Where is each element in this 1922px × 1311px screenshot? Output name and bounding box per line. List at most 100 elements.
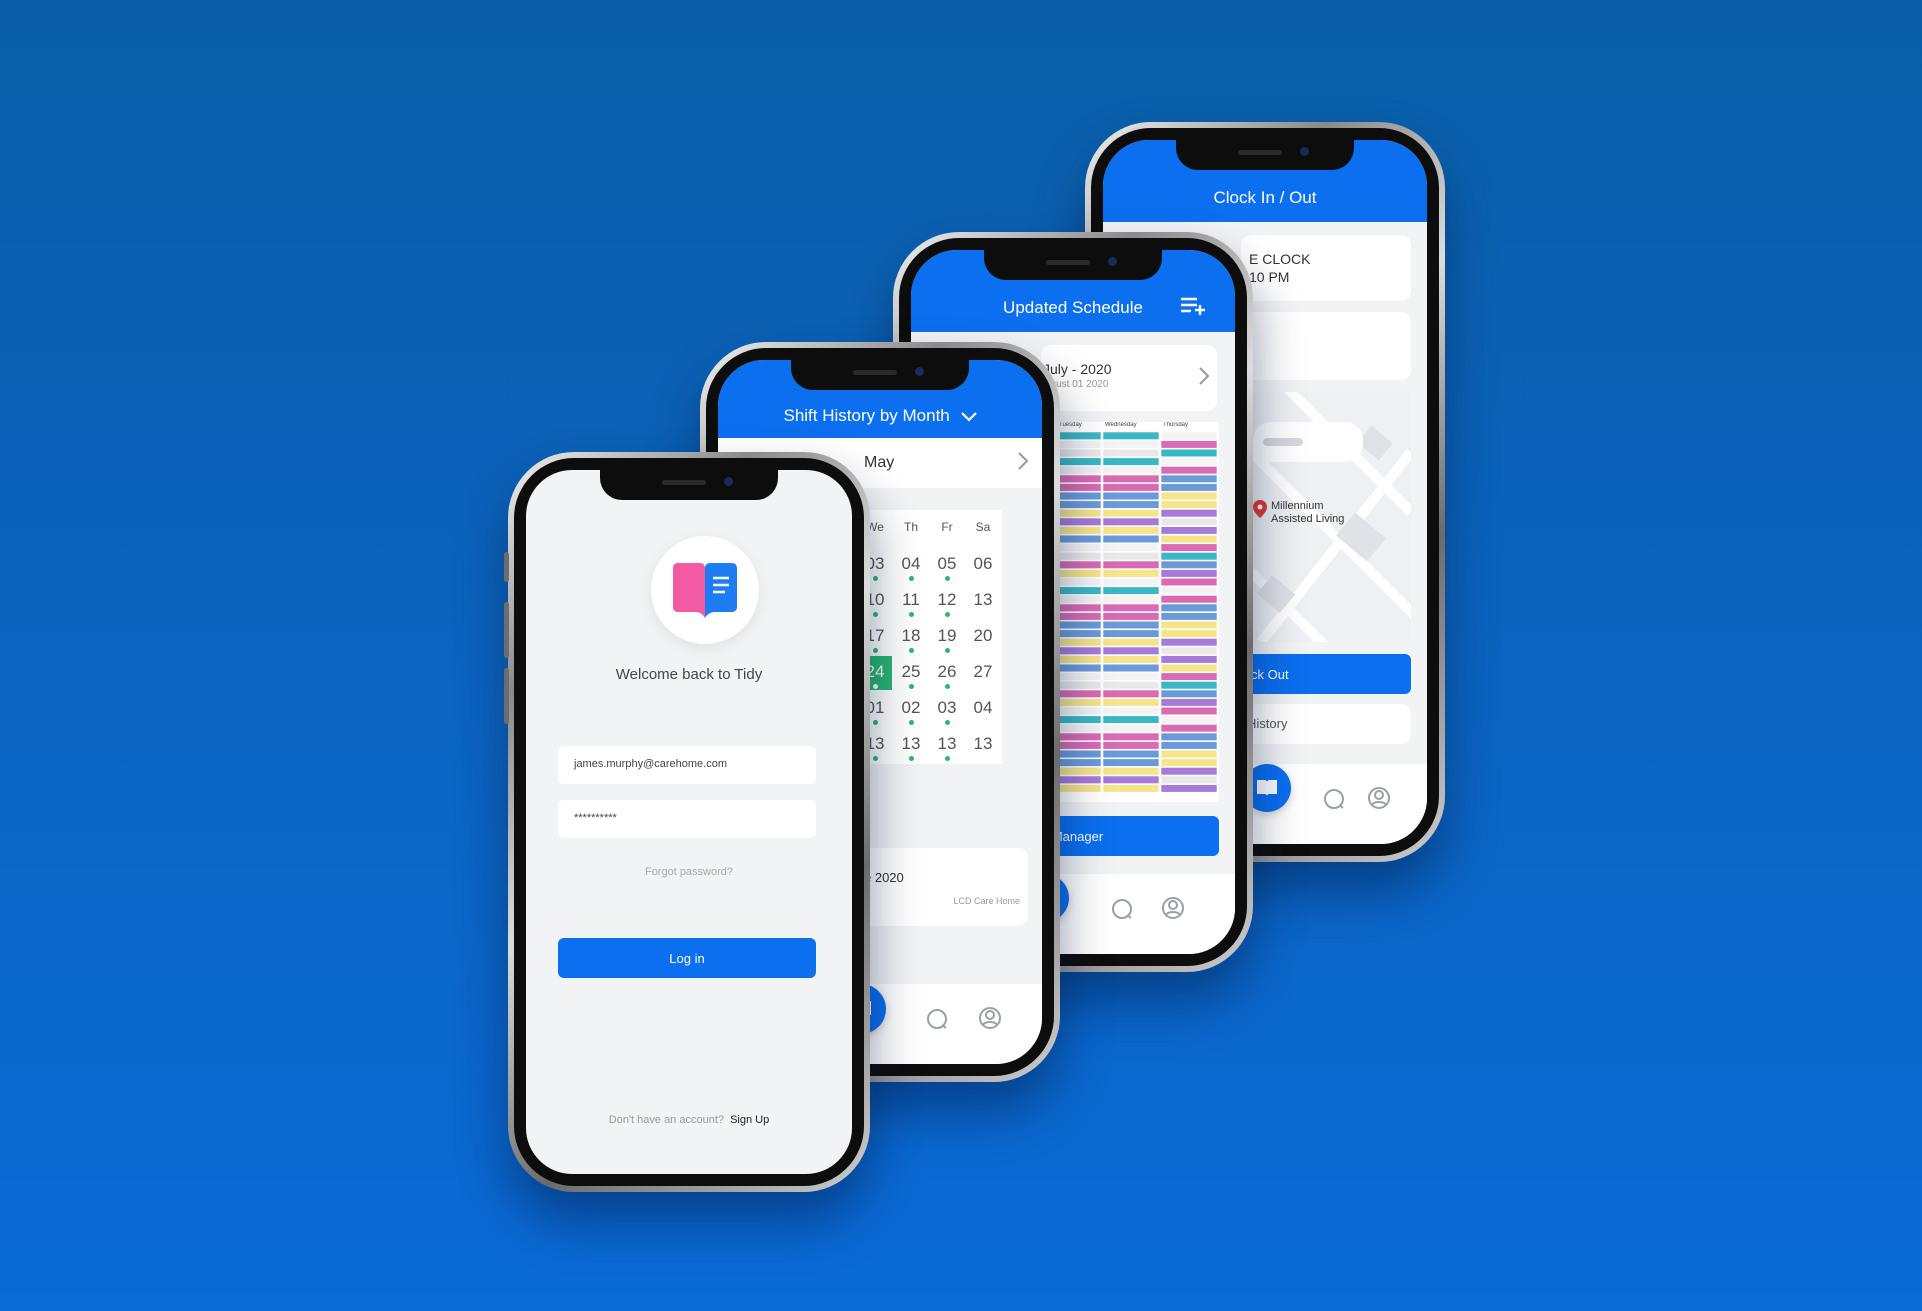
calendar-day-number: 26: [937, 662, 957, 681]
chevron-down-icon: [960, 411, 977, 422]
calendar-day[interactable]: 05: [930, 548, 964, 582]
schedule-cell: [1102, 784, 1160, 793]
schedule-cell: [1160, 483, 1218, 492]
schedule-cell: [1160, 767, 1218, 776]
calendar-day-number: 13: [973, 734, 993, 753]
schedule-cell: [1160, 526, 1218, 535]
calendar-day[interactable]: 20: [966, 620, 1000, 654]
schedule-cell: [1160, 749, 1218, 759]
calendar-day[interactable]: 19: [930, 620, 964, 654]
chevron-right-icon[interactable]: [1018, 452, 1028, 470]
map-place-label: Millennium Assisted Living: [1271, 500, 1345, 525]
schedule-cell: [1160, 784, 1218, 793]
clock-out-button[interactable]: ck Out: [1241, 654, 1411, 694]
weekday-header: Fr: [941, 520, 953, 534]
weekday-header: Th: [903, 520, 918, 534]
schedule-cell: [1160, 758, 1218, 767]
chat-icon[interactable]: [926, 1008, 948, 1030]
schedule-cell: [1160, 698, 1218, 707]
profile-icon[interactable]: [1161, 896, 1185, 920]
period-card[interactable]: July - 2020 ugust 01 2020: [1041, 345, 1217, 411]
schedule-cell: [1160, 689, 1218, 698]
calendar-day[interactable]: 04: [894, 548, 928, 582]
schedule-cell: [1160, 534, 1218, 544]
period-label: July - 2020: [1043, 361, 1112, 377]
schedule-cell: [1102, 732, 1160, 741]
chevron-right-icon[interactable]: [1199, 367, 1209, 385]
shift-dot: [945, 648, 950, 653]
map-view[interactable]: Millennium Assisted Living: [1241, 392, 1411, 642]
phone-notch: [1176, 140, 1354, 170]
calendar-day[interactable]: 13: [930, 728, 964, 762]
schedule-cell: [1102, 440, 1160, 449]
calendar-day[interactable]: 13: [966, 584, 1000, 618]
schedule-cell: [1102, 432, 1160, 440]
schedule-cell: [1160, 741, 1218, 750]
calendar-day[interactable]: 25: [894, 656, 928, 690]
schedule-cell: [1102, 620, 1160, 630]
history-title: Shift History by Month: [783, 406, 950, 425]
schedule-grid: [1035, 432, 1218, 793]
calendar-day[interactable]: 04: [966, 692, 1000, 726]
schedule-cell: [1102, 603, 1160, 612]
calendar-day-number: 13: [937, 734, 957, 753]
calendar-day-number: 20: [973, 626, 993, 645]
schedule-cell: [1102, 474, 1160, 483]
schedule-cell: [1160, 466, 1218, 475]
calendar-day[interactable]: 11: [894, 584, 928, 618]
shift-dot: [873, 720, 878, 725]
chat-icon[interactable]: [1323, 788, 1345, 810]
add-list-icon[interactable]: [1181, 296, 1207, 316]
history-link[interactable]: History: [1241, 704, 1411, 744]
schedule-cell: [1102, 706, 1160, 716]
clock-title: Clock In / Out: [1213, 188, 1317, 207]
calendar-day[interactable]: 06: [966, 548, 1000, 582]
calendar-day[interactable]: 02: [894, 692, 928, 726]
weekday-header: Sa: [975, 520, 991, 534]
calendar-day-number: 12: [937, 590, 957, 609]
schedule-cell: [1160, 586, 1218, 595]
schedule-cell: [1160, 560, 1218, 569]
shift-dot: [945, 756, 950, 761]
calendar-day-number: 19: [937, 626, 957, 645]
calendar-day[interactable]: 26: [930, 656, 964, 690]
profile-icon[interactable]: [1367, 786, 1391, 810]
calendar-day[interactable]: 13: [966, 728, 1000, 762]
shift-dot: [945, 684, 950, 689]
calendar-day-number: 13: [901, 734, 921, 753]
phone-side-button: [504, 552, 509, 582]
password-field[interactable]: **********: [558, 800, 816, 838]
signup-link[interactable]: Sign Up: [730, 1114, 769, 1126]
password-value: **********: [574, 812, 617, 824]
profile-icon[interactable]: [978, 1006, 1002, 1030]
schedule-cell: [1160, 620, 1218, 630]
schedule-cell: [1102, 741, 1160, 750]
shift-dot: [909, 648, 914, 653]
shift-dot: [873, 684, 878, 689]
shift-dot: [873, 756, 878, 761]
schedule-cell: [1102, 698, 1160, 707]
shift-dot: [945, 612, 950, 617]
calendar-day[interactable]: 13: [894, 728, 928, 762]
schedule-cell: [1160, 732, 1218, 741]
calendar-day[interactable]: 18: [894, 620, 928, 654]
shift-dot: [873, 612, 878, 617]
schedule-cell: [1160, 612, 1218, 621]
email-field[interactable]: james.murphy@carehome.com: [558, 746, 816, 784]
chat-icon[interactable]: [1111, 898, 1133, 920]
forgot-password-link[interactable]: Forgot password?: [526, 866, 852, 878]
schedule-cell: [1102, 543, 1160, 552]
history-title-wrap[interactable]: Shift History by Month: [718, 406, 1042, 426]
shift-card[interactable]: e 2020 LCD Care Home: [858, 848, 1028, 926]
calendar-day[interactable]: 03: [930, 692, 964, 726]
manager-button[interactable]: h Manager: [1035, 816, 1219, 856]
calendar-day[interactable]: 27: [966, 656, 1000, 690]
calendar-day[interactable]: 12: [930, 584, 964, 618]
schedule-cell: [1102, 758, 1160, 767]
login-button[interactable]: Log in: [558, 938, 816, 978]
schedule-cell: [1102, 595, 1160, 604]
shift-dot: [945, 576, 950, 581]
calendar-day-number: 25: [901, 662, 921, 681]
login-screen: Welcome back to Tidy james.murphy@careho…: [526, 470, 852, 1174]
schedule-cell: [1102, 517, 1160, 526]
